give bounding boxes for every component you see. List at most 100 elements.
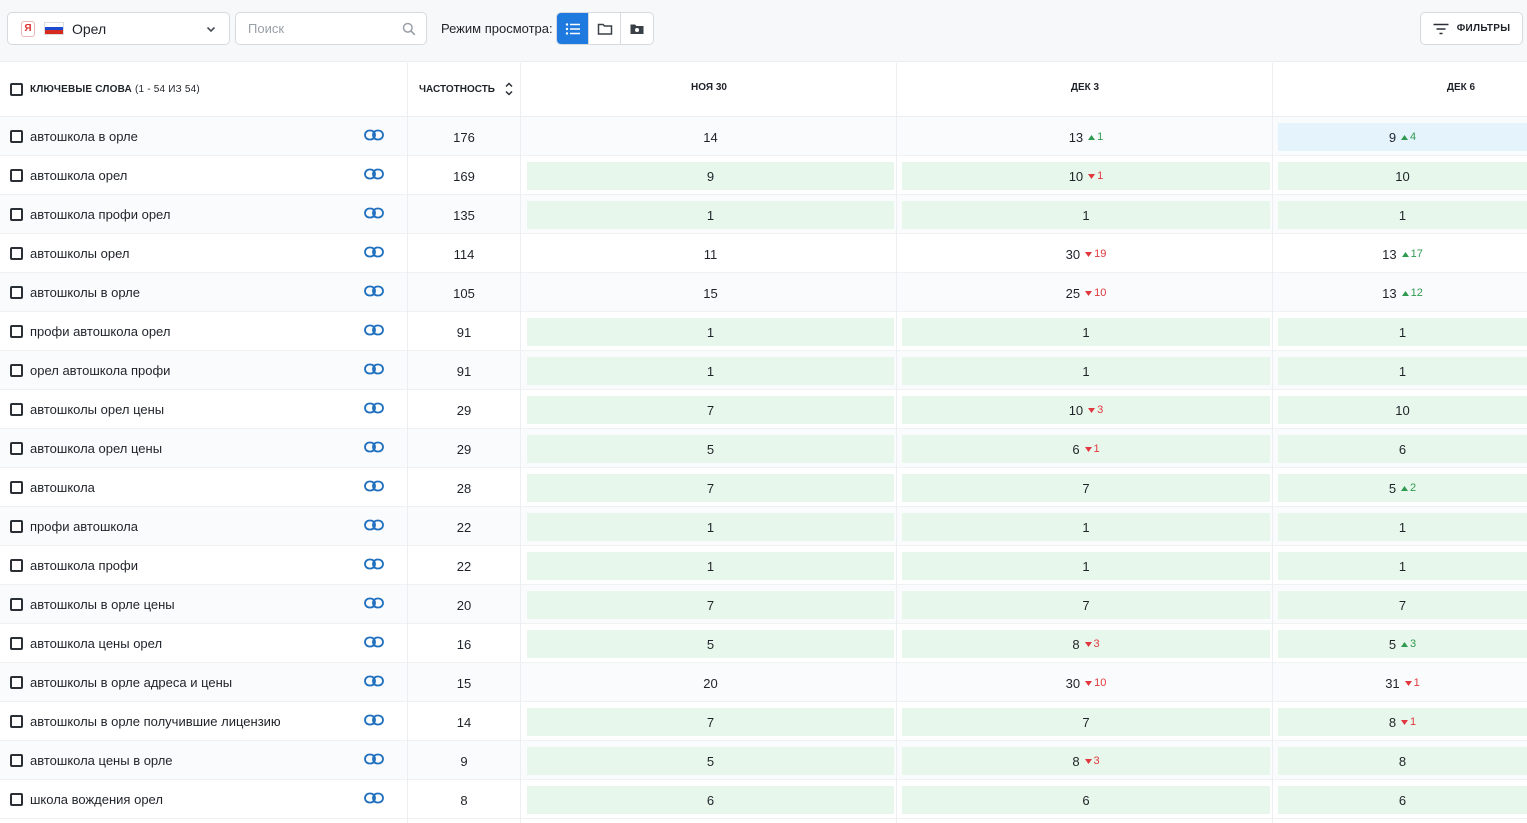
position-cell[interactable]: 1	[902, 513, 1270, 541]
position-cell[interactable]: 7	[902, 591, 1270, 619]
position-cell[interactable]: 52	[1278, 474, 1527, 502]
select-all-checkbox[interactable]	[10, 83, 23, 96]
link-icon[interactable]	[364, 441, 384, 453]
date-column-header[interactable]: ДЕК 6	[1273, 82, 1527, 93]
position-cell[interactable]: 6	[1278, 435, 1527, 463]
row-checkbox[interactable]	[10, 403, 23, 416]
position-cell[interactable]: 1	[902, 318, 1270, 346]
position-cell[interactable]: 7	[1278, 591, 1527, 619]
keywords-column-header[interactable]: КЛЮЧЕВЫЕ СЛОВА (1 - 54 ИЗ 54)	[30, 84, 200, 95]
position-cell[interactable]: 13 12	[1278, 279, 1527, 307]
sort-icon[interactable]	[504, 81, 514, 97]
row-checkbox[interactable]	[10, 208, 23, 221]
filters-button[interactable]: ФИЛЬТРЫ	[1420, 12, 1523, 45]
position-cell[interactable]: 14	[527, 123, 894, 151]
position-cell[interactable]: 6	[902, 786, 1270, 814]
link-icon[interactable]	[364, 519, 384, 531]
link-icon[interactable]	[364, 129, 384, 141]
row-checkbox[interactable]	[10, 247, 23, 260]
link-icon[interactable]	[364, 792, 384, 804]
position-cell[interactable]: 1	[1278, 201, 1527, 229]
date-column-header[interactable]: НОЯ 30	[521, 82, 897, 93]
position-cell[interactable]: 11	[527, 240, 894, 268]
link-icon[interactable]	[364, 597, 384, 609]
position-cell[interactable]: 1	[902, 201, 1270, 229]
link-icon[interactable]	[364, 207, 384, 219]
search-field[interactable]	[235, 12, 427, 45]
link-icon[interactable]	[364, 285, 384, 297]
link-icon[interactable]	[364, 675, 384, 687]
position-cell[interactable]: 1	[527, 318, 894, 346]
position-cell[interactable]: 1	[1278, 552, 1527, 580]
row-checkbox[interactable]	[10, 637, 23, 650]
position-cell[interactable]: 25 10	[902, 279, 1270, 307]
link-icon[interactable]	[364, 714, 384, 726]
position-cell[interactable]: 10 1	[902, 162, 1270, 190]
search-input[interactable]	[248, 21, 398, 36]
position-cell[interactable]: 5	[527, 630, 894, 658]
row-checkbox[interactable]	[10, 325, 23, 338]
position-cell[interactable]: 7	[902, 474, 1270, 502]
row-checkbox[interactable]	[10, 169, 23, 182]
position-cell[interactable]: 7	[527, 708, 894, 736]
link-icon[interactable]	[364, 480, 384, 492]
row-checkbox[interactable]	[10, 520, 23, 533]
view-mode-folder-camera-button[interactable]	[621, 13, 653, 44]
position-cell[interactable]: 1	[527, 201, 894, 229]
position-cell[interactable]: 31 1	[1278, 669, 1527, 697]
link-icon[interactable]	[364, 558, 384, 570]
row-checkbox[interactable]	[10, 715, 23, 728]
position-cell[interactable]: 1	[527, 357, 894, 385]
position-cell[interactable]: 83	[902, 630, 1270, 658]
position-cell[interactable]: 30 10	[902, 669, 1270, 697]
region-select[interactable]: Я Орел	[7, 12, 230, 45]
position-cell[interactable]: 13 17	[1278, 240, 1527, 268]
frequency-column-header[interactable]: ЧАСТОТНОСТЬ	[419, 84, 495, 95]
link-icon[interactable]	[364, 363, 384, 375]
position-cell[interactable]: 15	[527, 279, 894, 307]
position-cell[interactable]: 53	[1278, 630, 1527, 658]
position-cell[interactable]: 1	[1278, 513, 1527, 541]
position-cell[interactable]: 7	[902, 708, 1270, 736]
position-cell[interactable]: 1	[527, 552, 894, 580]
row-checkbox[interactable]	[10, 481, 23, 494]
position-cell[interactable]: 30 19	[902, 240, 1270, 268]
position-cell[interactable]: 10	[1278, 162, 1527, 190]
position-cell[interactable]: 8	[1278, 747, 1527, 775]
search-icon[interactable]	[402, 22, 416, 36]
position-cell[interactable]: 81	[1278, 708, 1527, 736]
position-cell[interactable]: 61	[902, 435, 1270, 463]
row-checkbox[interactable]	[10, 286, 23, 299]
row-checkbox[interactable]	[10, 598, 23, 611]
view-mode-list-button[interactable]	[557, 13, 589, 44]
row-checkbox[interactable]	[10, 793, 23, 806]
position-cell[interactable]: 5	[527, 747, 894, 775]
row-checkbox[interactable]	[10, 676, 23, 689]
view-mode-folder-button[interactable]	[589, 13, 621, 44]
link-icon[interactable]	[364, 753, 384, 765]
position-cell[interactable]: 10 3	[902, 396, 1270, 424]
row-checkbox[interactable]	[10, 754, 23, 767]
link-icon[interactable]	[364, 636, 384, 648]
position-cell[interactable]: 1	[902, 552, 1270, 580]
position-cell[interactable]: 10	[1278, 396, 1527, 424]
link-icon[interactable]	[364, 402, 384, 414]
row-checkbox[interactable]	[10, 559, 23, 572]
position-cell[interactable]: 1	[1278, 318, 1527, 346]
position-cell[interactable]: 9	[527, 162, 894, 190]
position-cell[interactable]: 20	[527, 669, 894, 697]
position-cell[interactable]: 6	[527, 786, 894, 814]
position-cell[interactable]: 7	[527, 396, 894, 424]
position-cell[interactable]: 1	[902, 357, 1270, 385]
row-checkbox[interactable]	[10, 130, 23, 143]
link-icon[interactable]	[364, 246, 384, 258]
position-cell[interactable]: 83	[902, 747, 1270, 775]
position-cell[interactable]: 7	[527, 591, 894, 619]
row-checkbox[interactable]	[10, 364, 23, 377]
position-cell[interactable]: 7	[527, 474, 894, 502]
position-cell[interactable]: 94	[1278, 123, 1527, 151]
row-checkbox[interactable]	[10, 442, 23, 455]
position-cell[interactable]: 5	[527, 435, 894, 463]
position-cell[interactable]: 1	[527, 513, 894, 541]
position-cell[interactable]: 6	[1278, 786, 1527, 814]
